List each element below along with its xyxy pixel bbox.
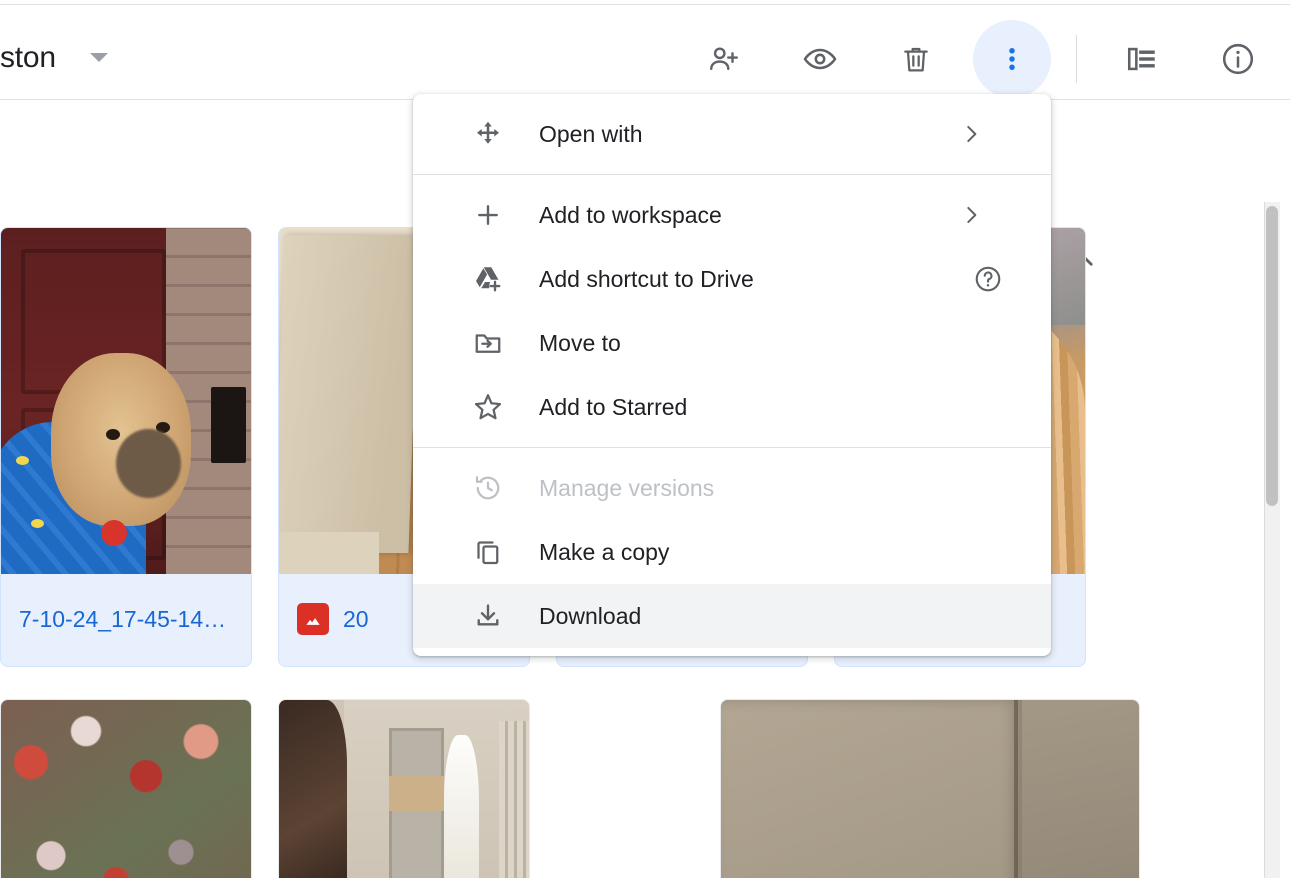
help-circle-icon[interactable] [971, 262, 1005, 296]
trash-icon [904, 47, 928, 72]
star-outline-icon [471, 390, 505, 424]
chevron-right-icon [955, 199, 987, 231]
folder-move-icon [471, 326, 505, 360]
file-thumbnail [279, 700, 529, 878]
plus-icon [471, 198, 505, 232]
menu-item-label: Add to workspace [539, 201, 722, 228]
more-actions-button[interactable] [973, 20, 1051, 98]
scrollbar-thumb[interactable] [1266, 206, 1278, 506]
details-button[interactable] [1212, 33, 1264, 85]
drive-add-icon [471, 262, 505, 296]
menu-item-label: Move to [539, 329, 621, 356]
toolbar-header: ston [0, 5, 1290, 100]
menu-item-label: Make a copy [539, 538, 670, 565]
menu-separator [413, 447, 1051, 448]
toolbar-divider [1076, 35, 1077, 83]
download-icon [471, 599, 505, 633]
menu-item-move-to[interactable]: Move to [413, 311, 1051, 375]
chevron-right-icon [955, 118, 987, 150]
app-window: ston 7-10-24_17-45-14… 20 Open with Add … [0, 0, 1298, 878]
menu-item-label: Manage versions [539, 474, 715, 501]
image-glyph-icon [306, 618, 320, 625]
file-card-label: 7-10-24_17-45-14… [1, 572, 251, 666]
file-name: 20 [343, 605, 369, 632]
copy-icon [471, 535, 505, 569]
history-icon [471, 471, 505, 505]
menu-item-add-to-starred[interactable]: Add to Starred [413, 375, 1051, 439]
file-card[interactable] [278, 699, 530, 878]
eye-icon [803, 48, 837, 70]
menu-item-label: Open with [539, 120, 643, 147]
menu-item-label: Add shortcut to Drive [539, 265, 754, 292]
menu-item-open-with[interactable]: Open with [413, 102, 1051, 166]
file-card[interactable] [720, 699, 1140, 878]
menu-item-download[interactable]: Download [413, 584, 1051, 648]
menu-item-make-a-copy[interactable]: Make a copy [413, 520, 1051, 584]
preview-button[interactable] [794, 33, 846, 85]
context-menu: Open with Add to workspace Add shortcut … [413, 94, 1051, 656]
menu-item-add-shortcut-to-drive[interactable]: Add shortcut to Drive [413, 247, 1051, 311]
person-add-icon [710, 47, 738, 71]
image-file-icon [297, 603, 329, 635]
file-thumbnail [1, 228, 251, 574]
info-circle-icon [1222, 43, 1254, 75]
menu-separator [413, 174, 1051, 175]
file-name: 7-10-24_17-45-14… [19, 605, 227, 632]
file-card[interactable] [0, 699, 252, 878]
menu-item-add-to-workspace[interactable]: Add to workspace [413, 183, 1051, 247]
file-card[interactable]: 7-10-24_17-45-14… [0, 227, 252, 667]
file-thumbnail [721, 700, 1139, 878]
share-add-person-button[interactable] [698, 33, 750, 85]
menu-item-label: Download [539, 602, 642, 629]
remove-button[interactable] [890, 33, 942, 85]
open-with-move-icon [471, 117, 505, 151]
menu-item-label: Add to Starred [539, 393, 688, 420]
more-vert-icon [1009, 48, 1015, 70]
file-thumbnail [1, 700, 251, 878]
list-view-icon [1127, 47, 1155, 71]
chevron-down-icon[interactable] [90, 53, 108, 62]
vertical-scrollbar[interactable] [1264, 202, 1280, 878]
folder-title: ston [0, 41, 56, 74]
list-view-button[interactable] [1116, 33, 1168, 85]
menu-item-manage-versions: Manage versions [413, 456, 1051, 520]
